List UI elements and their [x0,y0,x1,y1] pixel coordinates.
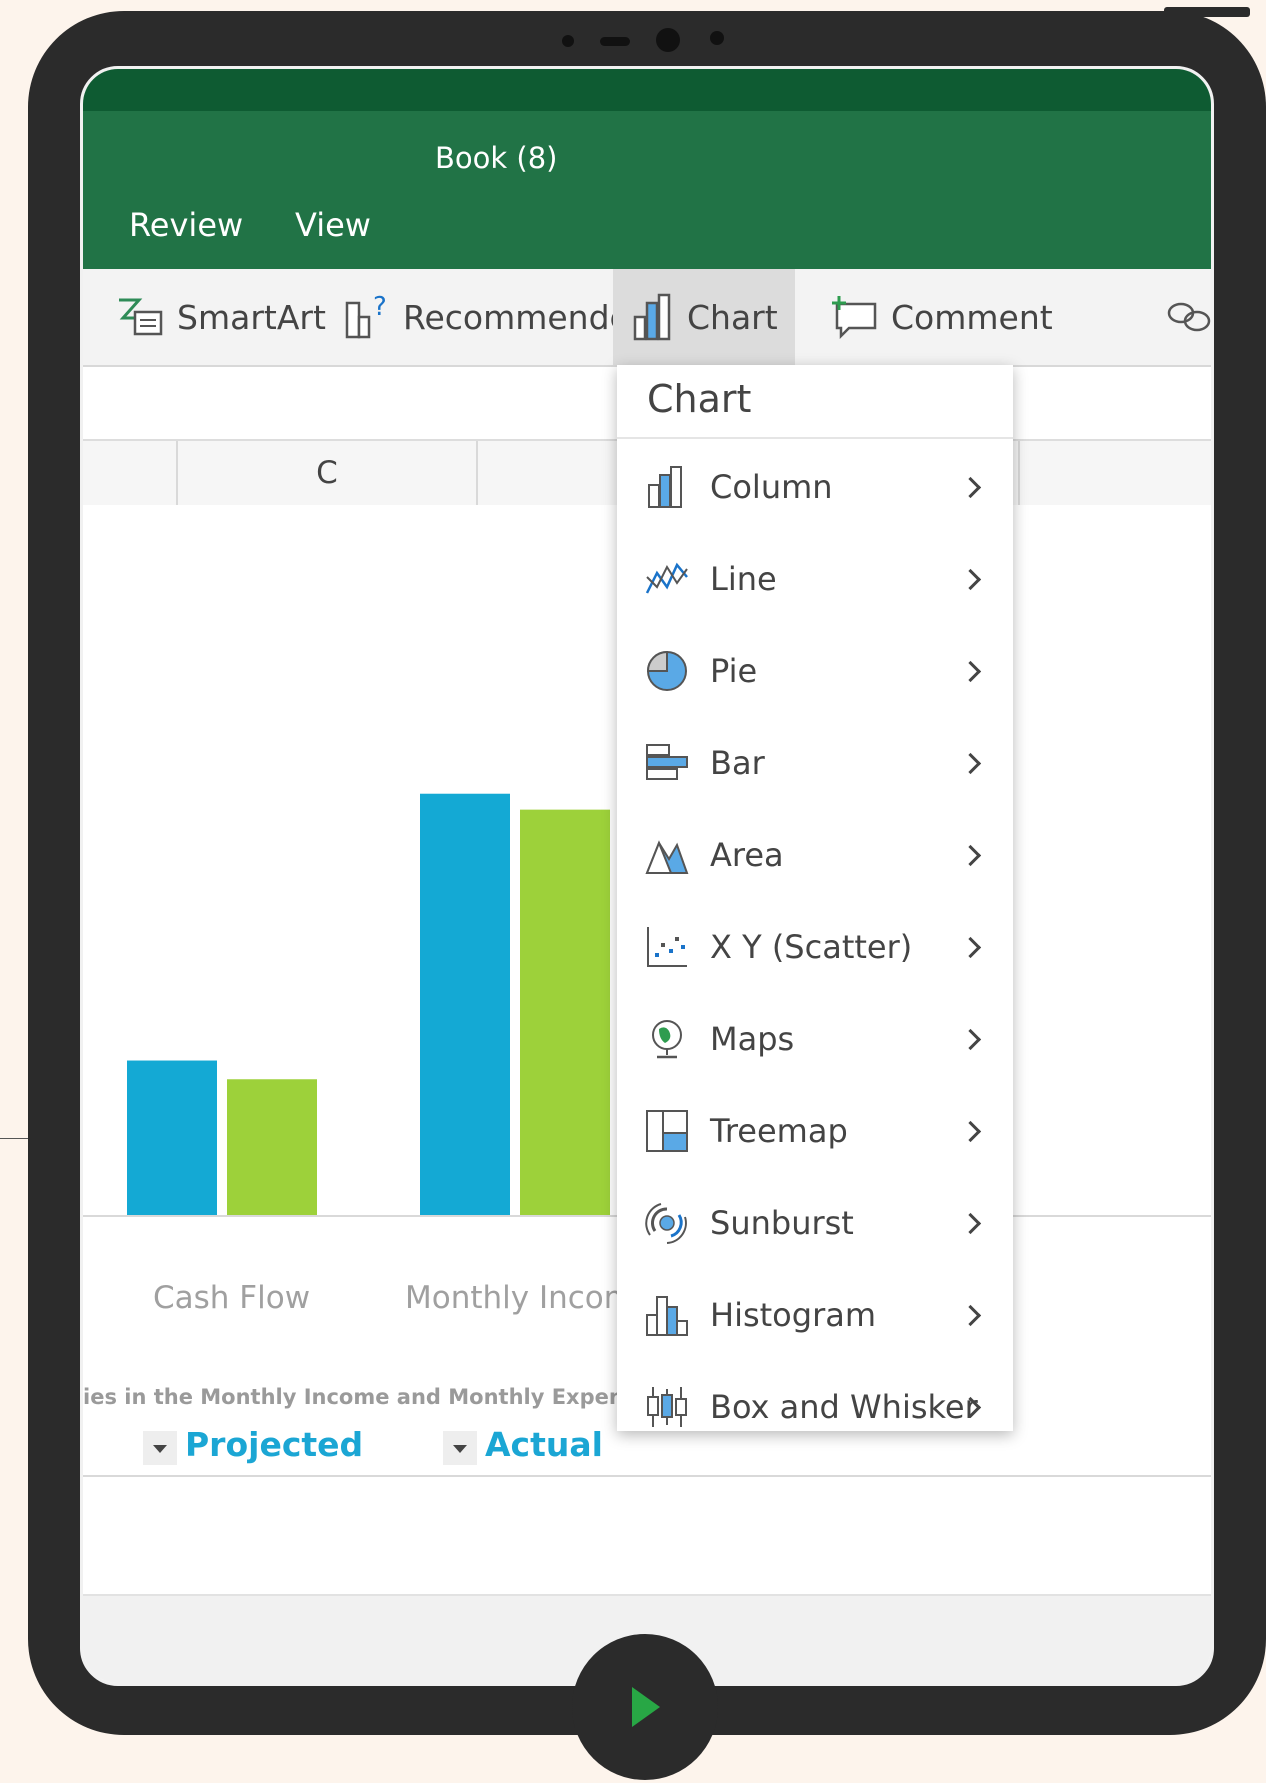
menu-label-sunburst: Sunburst [710,1204,854,1242]
projected-filter-dropdown[interactable] [143,1431,177,1465]
comment-label: Comment [891,297,1053,337]
bar-chart-icon [646,744,688,780]
menu-separator [617,437,1013,439]
title-bar: Book (8) Review View [83,69,1211,269]
chevron-right-icon [959,1028,982,1050]
chevron-right-icon [959,476,982,498]
chevron-right-icon [959,568,982,590]
link-button[interactable] [1165,269,1211,365]
play-icon [632,1687,660,1727]
histogram-icon [646,1296,688,1336]
box-whisker-icon [647,1387,687,1427]
camera-sensor [562,35,574,47]
tab-view[interactable]: View [295,206,371,244]
category-label-monthly-income: Monthly Income [405,1280,654,1316]
menu-item-scatter[interactable]: X Y (Scatter) [617,901,1013,993]
front-camera [656,28,680,52]
projected-header[interactable]: Projected [185,1425,363,1464]
menu-item-area[interactable]: Area [617,809,1013,901]
menu-item-column[interactable]: Column [617,441,1013,533]
chevron-right-icon [959,1212,982,1234]
menu-item-line[interactable]: Line [617,533,1013,625]
bar-cash-flow-series-1[interactable] [127,1060,217,1215]
svg-text:?: ? [373,293,387,322]
sunburst-icon [645,1203,687,1244]
area-chart-icon [645,840,689,874]
recommended-charts-button[interactable]: ? Recommended [343,269,651,365]
menu-item-histogram[interactable]: Histogram [617,1269,1013,1361]
chevron-right-icon [959,1304,982,1326]
menu-label-area: Area [710,836,784,874]
menu-label-histogram: Histogram [710,1296,876,1334]
app-screen: Book (8) Review View SmartArt ? Recommen… [80,66,1214,1686]
bar-cash-flow-series-2[interactable] [227,1079,317,1215]
tablet-top-button [1164,7,1250,17]
scatter-chart-icon [647,927,687,967]
column-header-c[interactable]: C [176,441,476,505]
speaker-slot [600,37,630,46]
tablet-frame: Book (8) Review View SmartArt ? Recommen… [28,7,1266,1735]
column-chart-icon [648,466,682,508]
menu-item-sunburst[interactable]: Sunburst [617,1177,1013,1269]
menu-item-bar[interactable]: Bar [617,717,1013,809]
treemap-icon [646,1110,688,1152]
menu-title: Chart [647,377,752,421]
menu-label-line: Line [710,560,777,598]
new-comment-icon [832,296,877,340]
insert-toolbar: SmartArt ? Recommended Chart Comment [83,269,1211,367]
menu-label-pie: Pie [710,652,758,690]
light-sensor [710,31,724,45]
menu-item-box-whisker[interactable]: Box and Whisker [617,1361,1013,1431]
chevron-right-icon [959,660,982,682]
play-button[interactable] [572,1634,718,1780]
pie-chart-icon [646,650,687,691]
chart-button[interactable]: Chart [613,269,795,365]
table-divider [83,1475,1211,1477]
line-chart-icon [645,562,688,594]
recommended-chart-icon: ? [345,293,387,339]
tab-review[interactable]: Review [129,206,243,244]
smartart-label: SmartArt [177,297,326,337]
category-label-cash-flow: Cash Flow [153,1280,311,1316]
actual-filter-dropdown[interactable] [443,1431,477,1465]
chevron-right-icon [959,1120,982,1142]
smartart-button[interactable]: SmartArt [117,269,326,365]
menu-label-scatter: X Y (Scatter) [710,928,913,966]
menu-label-treemap: Treemap [710,1112,848,1150]
chevron-right-icon [959,936,982,958]
chart-type-menu: Chart Column Line Pie Bar Area X Y (Scat… [617,365,1013,1431]
menu-label-box-whisker: Box and Whisker [710,1388,978,1426]
chevron-right-icon [959,844,982,866]
workbook-title: Book (8) [435,141,558,175]
menu-item-pie[interactable]: Pie [617,625,1013,717]
smartart-icon [119,298,163,336]
menu-label-bar: Bar [710,744,765,782]
link-icon [1167,302,1211,332]
chevron-right-icon [959,752,982,774]
comment-button[interactable]: Comment [829,269,1053,365]
menu-label-column: Column [710,468,833,506]
column-header-e[interactable] [1018,441,1211,505]
globe-icon [652,1020,682,1059]
column-chart-icon [633,293,671,341]
menu-label-maps: Maps [710,1020,795,1058]
actual-header[interactable]: Actual [485,1425,603,1464]
chart-label: Chart [687,297,778,337]
bar-monthly-income-series-1[interactable] [420,793,510,1215]
menu-item-treemap[interactable]: Treemap [617,1085,1013,1177]
bar-monthly-income-series-2[interactable] [520,809,610,1215]
menu-item-maps[interactable]: Maps [617,993,1013,1085]
